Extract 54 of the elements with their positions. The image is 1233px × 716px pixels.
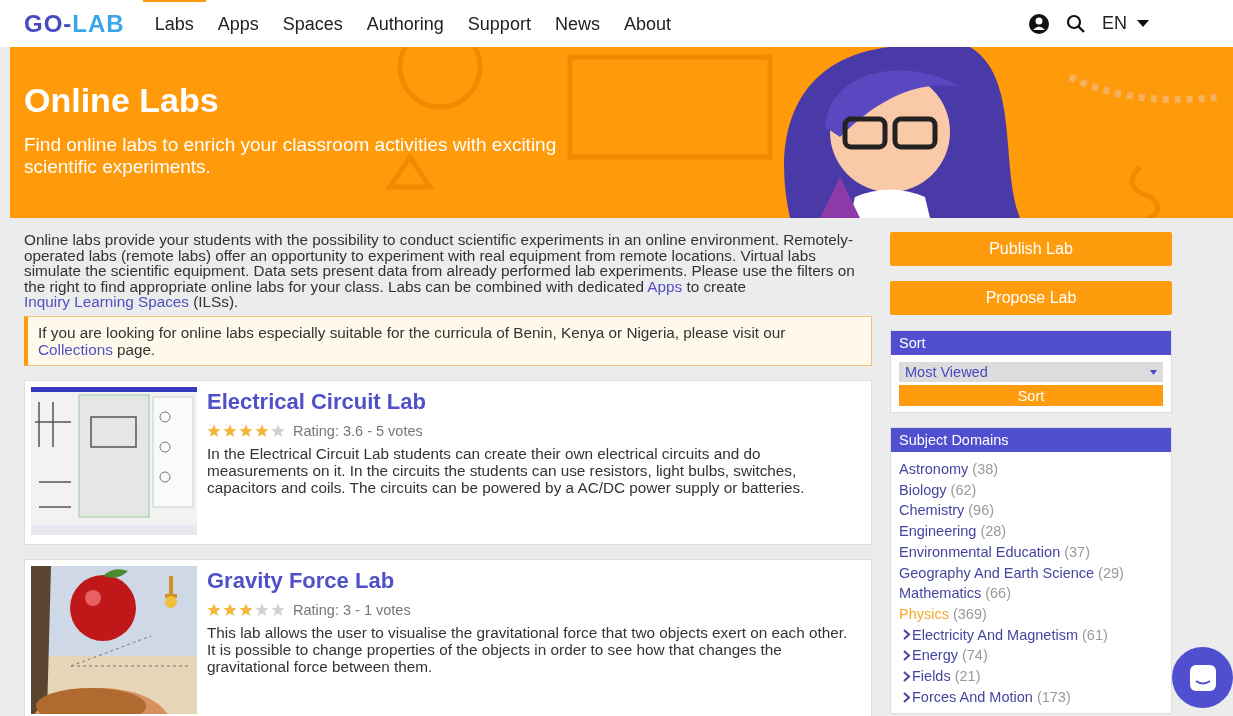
intro-text: Online labs provide your students with the possibility to conduct scientific experiments in an online environment. Remotely-operated labs (remote labs) offer an opportunity to experiment with real equipment from remote locations. Virtual labs simulate the scientific equipment. Data sets present data from already performed lab experiments. Please use the filters on the right to find appropriate online labs for your class. Labs can be combined with dedicated Apps to create Inquiry Learning Spaces (ILSs). (24, 232, 856, 310)
rating-text: Rating: 3 - 1 votes (293, 601, 411, 618)
search-icon[interactable] (1066, 13, 1086, 34)
rating-text: Rating: 3.6 - 5 votes (293, 422, 423, 439)
subject-link[interactable]: Electricity And Magnetism (61) (903, 624, 1108, 646)
page-title: Online Labs (24, 81, 220, 120)
nav-link[interactable]: Spaces (270, 0, 355, 45)
lab-description: This lab allows the user to visualise the gravitational force that two objects exert on each other. It is possible to change properties of the objects in order to see how that changes the gravitational force between them. (207, 623, 849, 675)
sort-dropdown[interactable]: Most Viewed (899, 362, 1163, 382)
lab-title[interactable]: Electrical Circuit Lab (207, 388, 426, 415)
subject-link[interactable]: Biology (62) (899, 479, 977, 501)
text-link[interactable]: Collections (38, 340, 113, 358)
page-subtitle: Find online labs to enrich your classroom activities with exciting scientific experiments. (24, 134, 558, 178)
subject-link[interactable]: Environmental Education (37) (899, 541, 1090, 563)
star-icon (207, 602, 221, 617)
subject-link[interactable]: Forces And Motion (173) (903, 686, 1071, 708)
chevron-icon (903, 691, 911, 703)
language-selector[interactable]: EN (1102, 13, 1149, 34)
nav-link[interactable]: News (542, 0, 612, 45)
panel-title: Subject Domains (891, 428, 1171, 452)
nav-link[interactable]: Apps (205, 0, 271, 45)
star-icon (239, 423, 253, 438)
caret-icon (1150, 369, 1157, 375)
subject-link[interactable]: Astronomy (38) (899, 459, 999, 480)
logo[interactable]: GO-LAB (24, 9, 125, 38)
panel-title: Sort (891, 331, 1171, 355)
text-link[interactable]: Apps (647, 277, 683, 295)
chevron-icon (903, 629, 911, 641)
notice-text: If you are looking for online labs especially suitable for the curricula of Benin, Kenya or Nigeria, please visit our Collections page. (24, 315, 872, 366)
subject-link[interactable]: Geography And Earth Science (29) (899, 562, 1124, 584)
star-icon (271, 423, 285, 438)
chevron-icon (903, 650, 911, 662)
chat-button[interactable] (1172, 647, 1233, 708)
star-icon (207, 423, 221, 438)
subject-link[interactable]: Energy (74) (903, 645, 988, 667)
user-icon[interactable] (1028, 12, 1050, 35)
star-icon (255, 602, 269, 617)
chevron-icon (903, 670, 911, 682)
nav-link[interactable]: About (611, 0, 683, 45)
nav-link[interactable]: Support (455, 0, 543, 45)
subject-link[interactable]: Fields (21) (903, 666, 981, 687)
star-icon (239, 602, 253, 617)
star-icon (255, 423, 269, 438)
star-icon (271, 602, 285, 617)
nav-link[interactable]: Authoring (354, 0, 456, 45)
subject-link[interactable]: Engineering (28) (899, 521, 1007, 542)
lab-description: In the Electrical Circuit Lab students can create their own electrical circuits and do measurements on it. In the circuits the students can use resistors, light bulbs, switches, capacitors and coils. The circuits can be powered by a AC/DC power supply or batteries. (207, 444, 806, 496)
chat-icon (1188, 663, 1217, 692)
subject-link[interactable]: Chemistry (96) (899, 500, 995, 522)
star-icon (223, 423, 237, 438)
subject-link[interactable]: Mathematics (66) (899, 583, 1011, 604)
lab-title[interactable]: Gravity Force Lab (207, 567, 395, 594)
caret-icon (1137, 20, 1149, 27)
star-icon (223, 602, 237, 617)
